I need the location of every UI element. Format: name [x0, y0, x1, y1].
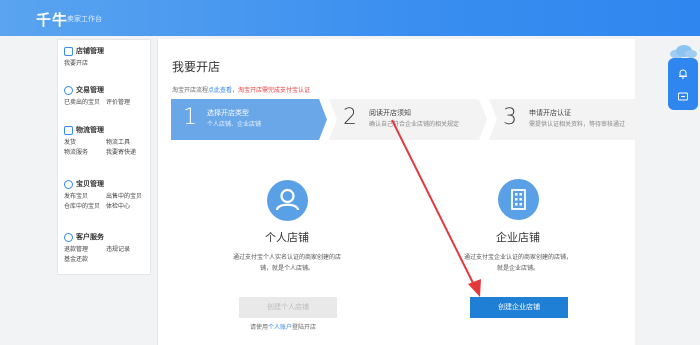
building-icon — [498, 179, 539, 220]
step-2: 2 阅读开店须知 确认自己符合企业店铺的相关规定 — [329, 99, 487, 140]
message-icon[interactable] — [677, 91, 689, 103]
create-personal-store-button[interactable]: 创建个人店铺 — [239, 297, 337, 318]
sidebar-item-fund-repay[interactable]: 基金还款 — [64, 255, 106, 265]
step-desc: 需提供认证相关资料，等待审核通过 — [529, 121, 626, 128]
sidebar-item-publish[interactable]: 发布宝贝 — [64, 192, 106, 202]
sidebar-group-shop: 店铺管理 我要开店 — [64, 46, 148, 69]
step-title: 阅读开店须知 — [369, 109, 411, 117]
app-logo[interactable]: 千牛 — [36, 9, 68, 30]
sidebar-group-logistics: 物流管理 发货 物流工具 物流服务 我要寄快递 — [64, 125, 148, 158]
sidebar-group-title[interactable]: 客户服务 — [64, 232, 148, 242]
step-desc: 个人店铺、企业店铺 — [207, 121, 262, 128]
cloud-icon — [670, 45, 697, 58]
sidebar-group-title[interactable]: 交易管理 — [64, 85, 148, 95]
step-title: 申请开店认证 — [529, 109, 571, 117]
floating-toolbar — [668, 58, 698, 110]
personal-account-hint: 请使用个人账户登陆开店 — [250, 324, 317, 331]
sidebar-item-in-stock[interactable]: 仓库中的宝贝 — [64, 202, 106, 212]
sidebar-item-open-shop[interactable]: 我要开店 — [64, 59, 106, 69]
personal-store-desc: 通过支付宝个人实名认证的商家创建的店铺，就是个人店铺。 — [232, 254, 341, 272]
personal-store-title: 个人店铺 — [265, 231, 309, 244]
logistics-icon — [64, 125, 73, 135]
enterprise-store-title: 企业店铺 — [496, 231, 540, 244]
sidebar-item-health-check[interactable]: 体检中心 — [106, 202, 148, 212]
sidebar-group-service: 客户服务 退款管理 违规记录 基金还款 — [64, 232, 148, 265]
sidebar-item-logistics-tools[interactable]: 物流工具 — [106, 138, 148, 148]
personal-account-link[interactable]: 个人账户 — [268, 324, 292, 331]
shop-icon — [64, 46, 73, 56]
sidebar: 店铺管理 我要开店 交易管理 已卖出的宝贝 评价管理 物流管理 发货 物流工具 … — [57, 39, 151, 275]
sidebar-item-sold[interactable]: 已卖出的宝贝 — [64, 98, 106, 108]
sidebar-item-on-sale[interactable]: 出售中的宝贝 — [106, 192, 148, 202]
sidebar-item-violations[interactable]: 违规记录 — [106, 245, 148, 255]
step-desc: 确认自己符合企业店铺的相关规定 — [369, 121, 460, 128]
sidebar-item-refunds[interactable]: 退款管理 — [64, 245, 106, 255]
step-number: 2 — [343, 105, 357, 130]
open-shop-steps: 1 选择开店类型 个人店铺、企业店铺 2 阅读开店须知 确认自己符合企业店铺的相… — [171, 99, 637, 140]
sidebar-group-goods: 宝贝管理 发布宝贝 出售中的宝贝 仓库中的宝贝 体检中心 — [64, 179, 148, 212]
step-number: 1 — [183, 105, 197, 130]
create-enterprise-store-button[interactable]: 创建企业店铺 — [470, 297, 568, 318]
alipay-notice: 淘宝开店需完成支付宝认证 — [238, 87, 311, 94]
open-shop-notice: 淘宝开店流程点此查看，淘宝开店需完成支付宝认证 — [172, 87, 311, 94]
enterprise-store-desc: 通过支付宝企业认证的商家创建的店铺，就是企业店铺。 — [463, 254, 572, 272]
sidebar-item-reviews[interactable]: 评价管理 — [106, 98, 148, 108]
app-subtitle: 卖家工作台 — [67, 15, 102, 23]
service-icon — [64, 232, 73, 242]
view-process-link[interactable]: 点此查看 — [208, 87, 232, 94]
sidebar-group-title[interactable]: 物流管理 — [64, 125, 148, 135]
sidebar-item-ship[interactable]: 发货 — [64, 138, 106, 148]
top-bar: 千牛 卖家工作台 — [0, 0, 700, 36]
main-panel: 我要开店 淘宝开店流程点此查看，淘宝开店需完成支付宝认证 1 选择开店类型 个人… — [157, 39, 637, 345]
sidebar-item-send-express[interactable]: 我要寄快递 — [106, 148, 148, 158]
sidebar-group-trade: 交易管理 已卖出的宝贝 评价管理 — [64, 85, 148, 108]
sidebar-group-title[interactable]: 宝贝管理 — [64, 179, 148, 189]
step-1: 1 选择开店类型 个人店铺、企业店铺 — [171, 99, 327, 140]
goods-icon — [64, 179, 73, 189]
sidebar-group-title[interactable]: 店铺管理 — [64, 46, 148, 56]
bell-icon[interactable] — [677, 68, 689, 80]
trade-icon — [64, 85, 73, 95]
person-icon — [267, 180, 308, 221]
step-title: 选择开店类型 — [207, 109, 249, 117]
step-number: 3 — [503, 105, 517, 130]
sidebar-item-logistics-service[interactable]: 物流服务 — [64, 148, 106, 158]
page-title: 我要开店 — [172, 60, 221, 74]
step-3: 3 申请开店认证 需提供认证相关资料，等待审核通过 — [489, 99, 637, 140]
